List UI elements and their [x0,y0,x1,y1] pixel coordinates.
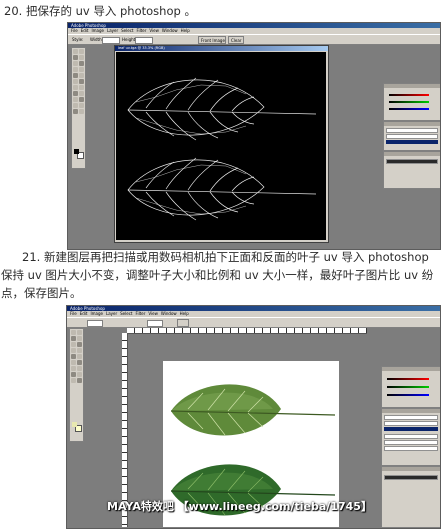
slice-tool-icon[interactable] [79,61,84,66]
slice-tool-icon[interactable] [77,342,82,347]
green-slider[interactable] [389,101,429,103]
crop-tool-icon[interactable] [73,61,78,66]
step-21-text-line2: 保持 uv 图片大小不变，调整叶子大小和比例和 uv 大小一样，最好叶子图片比 … [1,268,434,282]
step-20-text: 20. 把保存的 uv 导入 photoshop 。 [4,4,196,18]
layer-row[interactable] [386,128,438,133]
shape-tool-icon[interactable] [77,378,82,383]
horizontal-ruler [127,328,367,334]
watermark: MAYA特效吧 【www.lineeg.com/tieba/1745】 [107,500,372,513]
blue-slider[interactable] [387,394,429,396]
layers-panel [381,408,440,466]
layer-row[interactable] [384,440,438,445]
blur-tool-icon[interactable] [71,366,76,371]
eraser-tool-icon[interactable] [73,79,78,84]
magic-wand-tool-icon[interactable] [77,336,82,341]
lasso-tool-icon[interactable] [71,336,76,341]
height-field[interactable] [135,37,153,44]
stamp-tool-icon[interactable] [73,73,78,78]
options-bar [67,317,440,328]
photoshop-screenshot-leaf: Adobe Photoshop File Edit Image Layer Se… [66,305,441,529]
step-21-text-line1: 21. 新建图层再把扫描或用数码相机拍下正面和反面的叶子 uv 导入 photo… [22,250,429,264]
gradient-tool-icon[interactable] [77,360,82,365]
crop-tool-icon[interactable] [71,342,76,347]
healing-brush-icon[interactable] [73,67,78,72]
step-21-text-line3: 点，保存图片。 [1,286,82,300]
layer-row[interactable] [384,421,438,426]
marquee-tool-icon[interactable] [73,49,78,54]
zoom-tool-icon[interactable] [79,109,84,114]
path-select-icon[interactable] [71,372,76,377]
width-field[interactable] [102,37,120,44]
layer-row[interactable] [384,446,438,451]
move-tool-icon[interactable] [77,330,82,335]
layer-row[interactable] [384,434,438,439]
layer-row[interactable] [384,415,438,420]
red-slider[interactable] [387,378,429,380]
gradient-tool-icon[interactable] [79,79,84,84]
history-brush-icon[interactable] [77,354,82,359]
brush-tool-icon[interactable] [79,67,84,72]
front-image-button[interactable]: Front Image [198,36,226,44]
options-bar: Style: Width: Height: Front Image Clear [68,34,440,45]
foreground-color-swatch[interactable] [72,422,77,427]
style-label: Style: [72,37,84,42]
type-tool-icon[interactable] [79,91,84,96]
eyedropper-tool-icon[interactable] [79,103,84,108]
option-field[interactable] [147,320,163,327]
pen-tool-icon[interactable] [71,378,76,383]
history-brush-icon[interactable] [79,73,84,78]
layer-row-selected[interactable] [386,140,438,144]
toolbox [71,47,86,169]
color-panel [381,366,440,408]
path-select-icon[interactable] [73,91,78,96]
pen-tool-icon[interactable] [73,97,78,102]
magic-wand-tool-icon[interactable] [79,55,84,60]
type-tool-icon[interactable] [77,372,82,377]
notes-tool-icon[interactable] [73,103,78,108]
uv-canvas [116,52,326,240]
history-panel [383,151,440,189]
blur-tool-icon[interactable] [73,85,78,90]
document-window: leaf uv.tga @ 33.3% (RGB) [114,45,329,243]
lasso-tool-icon[interactable] [73,55,78,60]
marquee-tool-icon[interactable] [71,330,76,335]
photoshop-screenshot-uv: Adobe Photoshop File Edit Image Layer Se… [67,22,441,250]
layer-row[interactable] [386,134,438,139]
red-slider[interactable] [389,94,429,96]
document-titlebar: leaf uv.tga @ 33.3% (RGB) [115,46,328,51]
option-field[interactable] [87,320,103,327]
shape-tool-icon[interactable] [79,97,84,102]
history-panel [381,466,440,528]
brush-tool-icon[interactable] [77,348,82,353]
hand-tool-icon[interactable] [73,109,78,114]
clear-button[interactable]: Clear [228,36,244,44]
color-panel [383,83,440,121]
layers-panel [383,121,440,151]
option-button[interactable] [177,319,189,327]
layer-row-selected[interactable] [384,427,438,431]
blue-slider[interactable] [389,108,429,110]
move-tool-icon[interactable] [79,49,84,54]
dodge-tool-icon[interactable] [77,366,82,371]
green-slider[interactable] [387,386,429,388]
stamp-tool-icon[interactable] [71,354,76,359]
toolbox [69,328,84,442]
healing-brush-icon[interactable] [71,348,76,353]
dodge-tool-icon[interactable] [79,85,84,90]
foreground-color-swatch[interactable] [74,149,79,154]
eraser-tool-icon[interactable] [71,360,76,365]
